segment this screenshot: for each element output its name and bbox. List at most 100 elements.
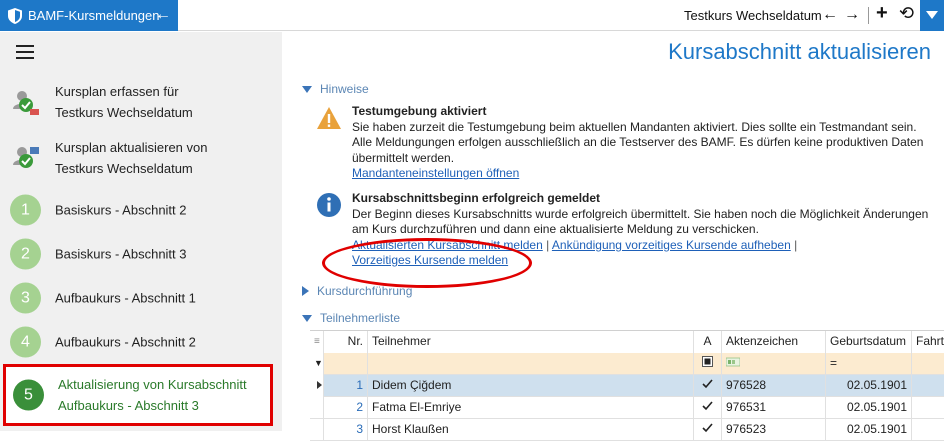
brand-area: BAMF-Kursmeldungen ← xyxy=(0,0,178,31)
sidebar-item-aufbaukurs-3-active[interactable]: 5 Aktualisierung von Kursabschnitt Aufba… xyxy=(3,364,273,426)
row-fahrtko xyxy=(912,419,944,441)
checkmark-icon xyxy=(702,379,713,389)
row-a-checkbox[interactable] xyxy=(694,375,722,397)
info-title: Kursabschnittsbeginn erfolgreich gemelde… xyxy=(352,191,601,205)
sidebar-item-basiskurs-3[interactable]: 2 Basiskurs - Abschnitt 3 xyxy=(0,232,282,276)
row-fahrtko xyxy=(912,397,944,419)
step-number-badge: 5 xyxy=(13,379,44,411)
ankuendigung-aufheben-link[interactable]: Ankündigung vorzeitiges Kursende aufhebe… xyxy=(552,238,791,252)
text-filter-icon xyxy=(725,357,741,367)
sidebar-item-line2: Testkurs Wechseldatum xyxy=(55,161,193,176)
filter-cell-a[interactable] xyxy=(694,353,722,375)
dropdown-button[interactable] xyxy=(920,0,944,31)
app-title: BAMF-Kursmeldungen xyxy=(28,8,160,23)
title-bar: BAMF-Kursmeldungen ← Testkurs Wechseldat… xyxy=(0,0,944,31)
highlight-ellipse xyxy=(322,238,532,288)
sidebar-item-line1: Kursplan erfassen für xyxy=(55,84,179,99)
filter-cell-fahrtko[interactable] xyxy=(912,353,944,375)
refresh-icon[interactable]: ⟲ xyxy=(899,3,914,23)
filter-icon: ▼ xyxy=(310,353,324,375)
sidebar-item-label: Basiskurs - Abschnitt 3 xyxy=(55,246,187,262)
shield-icon xyxy=(8,7,22,24)
plus-icon[interactable]: + xyxy=(876,3,888,23)
page-title: Kursabschnitt aktualisieren xyxy=(668,39,931,64)
filter-cell-teilnehmer[interactable] xyxy=(368,353,694,375)
row-teilnehmer: Fatma El-Emriye xyxy=(368,397,694,419)
grid-filter-row: ▼ = xyxy=(310,353,944,375)
column-header-nr[interactable]: Nr. xyxy=(324,331,368,353)
sidebar-item-kursplan-aktualisieren[interactable]: Kursplan aktualisieren von Testkurs Wech… xyxy=(0,136,282,180)
row-geburtsdatum: 02.05.1901 xyxy=(826,397,912,419)
step-number-badge: 4 xyxy=(10,326,41,358)
section-hinweise-header[interactable]: Hinweise xyxy=(302,82,369,96)
row-nr: 2 xyxy=(324,397,368,419)
link-separator: | xyxy=(794,237,798,252)
section-title: Hinweise xyxy=(320,82,369,96)
row-aktenzeichen: 976528 xyxy=(722,375,826,397)
sidebar-item-line2: Testkurs Wechseldatum xyxy=(55,105,193,120)
chevron-down-icon xyxy=(926,11,938,19)
warning-title: Testumgebung aktiviert xyxy=(352,104,487,118)
column-header-aktenzeichen[interactable]: Aktenzeichen xyxy=(722,331,826,353)
grid-header-row: ≡ Nr. Teilnehmer A Aktenzeichen Geburtsd… xyxy=(310,331,944,353)
sidebar-item-line1: Kursplan aktualisieren von xyxy=(55,140,208,155)
section-kursdurchfuehrung-header[interactable]: Kursdurchführung xyxy=(302,284,412,298)
toolbar-separator xyxy=(868,7,869,24)
checkmark-icon xyxy=(702,423,713,433)
arrow-left-icon[interactable]: ← xyxy=(822,5,838,25)
column-header-teilnehmer[interactable]: Teilnehmer xyxy=(368,331,694,353)
warning-text: übermittelt werden. xyxy=(352,150,455,165)
filter-cell-nr[interactable] xyxy=(324,353,368,375)
row-geburtsdatum: 02.05.1901 xyxy=(826,419,912,441)
collapse-triangle-icon xyxy=(302,286,309,296)
warning-text: Sie haben zurzeit die Testumgebung beim … xyxy=(352,119,917,134)
sidebar-item-label: Aufbaukurs - Abschnitt 1 xyxy=(55,290,196,306)
sidebar-item-label: Aufbaukurs - Abschnitt 2 xyxy=(55,334,196,350)
sidebar-item-aufbaukurs-2[interactable]: 4 Aufbaukurs - Abschnitt 2 xyxy=(0,320,282,364)
column-header-geburtsdatum[interactable]: Geburtsdatum xyxy=(826,331,912,353)
info-icon xyxy=(317,193,341,217)
sidebar-item-line1: Aktualisierung von Kursabschnitt xyxy=(58,377,247,392)
checkmark-icon xyxy=(702,401,713,411)
filter-cell-geburtsdatum[interactable]: = xyxy=(826,353,912,375)
table-row[interactable]: 1 Didem Çiğdem 976528 02.05.1901 xyxy=(310,375,944,397)
row-fahrtko xyxy=(912,375,944,397)
warning-text: Alle Meldungungen erfolgen ausschließlic… xyxy=(352,135,924,149)
row-teilnehmer: Didem Çiğdem xyxy=(368,375,694,397)
sidebar-item-label: Basiskurs - Abschnitt 2 xyxy=(55,202,187,218)
filter-checkbox-icon xyxy=(702,356,713,367)
row-nr: 3 xyxy=(324,419,368,441)
arrow-right-icon[interactable]: → xyxy=(844,5,860,25)
row-a-checkbox[interactable] xyxy=(694,419,722,441)
column-chooser-icon[interactable]: ≡ xyxy=(310,331,324,353)
column-header-a[interactable]: A xyxy=(694,331,722,353)
sidebar-item-aufbaukurs-1[interactable]: 3 Aufbaukurs - Abschnitt 1 xyxy=(0,276,282,320)
expand-triangle-icon xyxy=(302,314,312,322)
row-a-checkbox[interactable] xyxy=(694,397,722,419)
row-indicator-icon xyxy=(310,375,324,397)
table-row[interactable]: 2 Fatma El-Emriye 976531 02.05.1901 xyxy=(310,397,944,419)
section-title: Kursdurchführung xyxy=(317,284,413,298)
info-text: am Kurs durchzuführen und dann eine aktu… xyxy=(352,222,759,236)
row-indicator xyxy=(310,397,324,419)
sidebar-item-basiskurs-2[interactable]: 1 Basiskurs - Abschnitt 2 xyxy=(0,188,282,232)
row-aktenzeichen: 976531 xyxy=(722,397,826,419)
participants-grid: ≡ Nr. Teilnehmer A Aktenzeichen Geburtsd… xyxy=(310,330,944,441)
mandanteneinstellungen-link[interactable]: Mandanteneinstellungen öffnen xyxy=(352,166,519,180)
hamburger-menu-icon[interactable] xyxy=(16,45,34,63)
info-text: Der Beginn dieses Kursabschnitts wurde e… xyxy=(352,206,929,221)
expand-triangle-icon xyxy=(302,85,312,93)
section-title: Teilnehmerliste xyxy=(320,311,401,325)
column-header-fahrtko[interactable]: Fahrtko xyxy=(912,331,944,353)
warning-icon xyxy=(317,107,341,129)
sidebar-item-kursplan-erfassen[interactable]: Kursplan erfassen für Testkurs Wechselda… xyxy=(0,80,282,124)
row-aktenzeichen: 976523 xyxy=(722,419,826,441)
section-teilnehmerliste-header[interactable]: Teilnehmerliste xyxy=(302,311,400,325)
table-row[interactable]: 3 Horst Klaußen 976523 02.05.1901 xyxy=(310,419,944,441)
back-arrow-icon[interactable]: ← xyxy=(155,6,171,24)
step-number-badge: 1 xyxy=(10,194,41,226)
filter-cell-aktenzeichen[interactable] xyxy=(722,353,826,375)
step-number-badge: 2 xyxy=(10,238,41,270)
step-number-badge: 3 xyxy=(10,282,41,314)
row-indicator xyxy=(310,419,324,441)
